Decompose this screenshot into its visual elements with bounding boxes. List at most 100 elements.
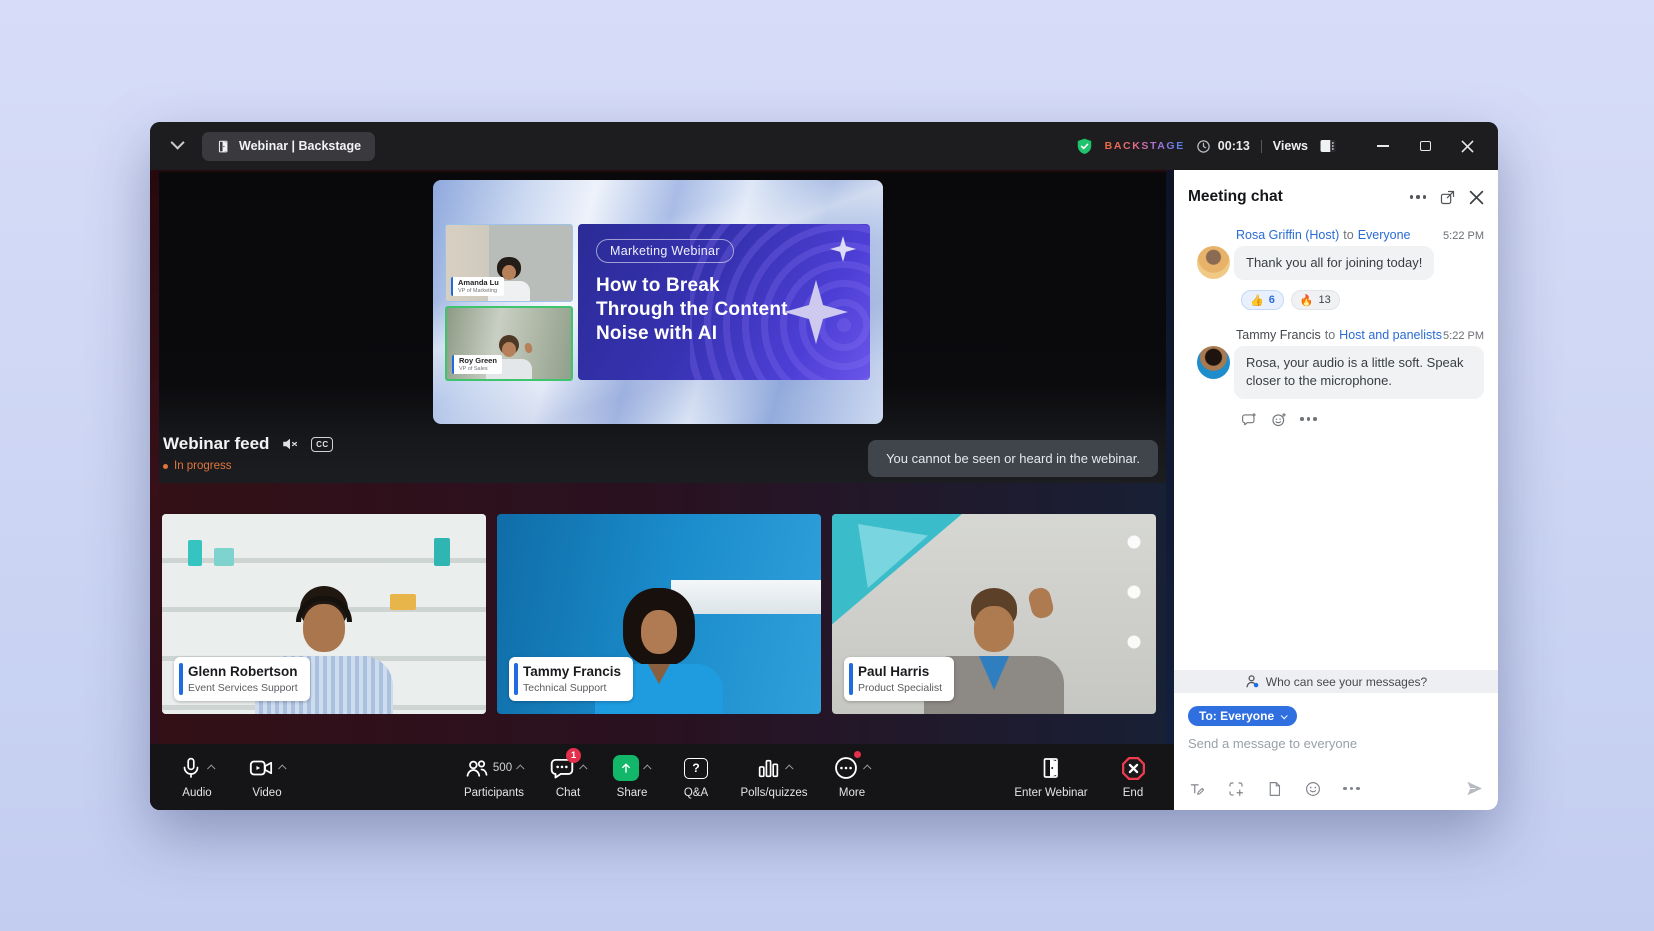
reaction-thumbs-up[interactable]: 👍 6 (1241, 290, 1284, 310)
message-time: 5:22 PM (1443, 230, 1484, 242)
privacy-label: Who can see your messages? (1266, 675, 1427, 689)
panelist-title: Technical Support (523, 682, 621, 694)
close-button[interactable] (1454, 133, 1480, 159)
attach-file-icon[interactable] (1266, 780, 1283, 798)
recipient-selector[interactable]: To: Everyone (1188, 706, 1297, 726)
reaction-fire[interactable]: 🔥 13 (1291, 290, 1340, 310)
preview-speaker-title: VP of Marketing (458, 288, 499, 294)
avatar (1197, 246, 1230, 279)
pop-out-icon[interactable] (1439, 189, 1456, 206)
compose-toolbar (1188, 779, 1484, 798)
message-header: Rosa Griffin (Host) to Everyone 5:22 PM (1188, 228, 1484, 242)
preview-speaker-roy: Roy Green VP of Sales (445, 306, 573, 381)
chevron-up-icon[interactable] (643, 764, 651, 772)
maximize-button[interactable] (1412, 133, 1438, 159)
quote-reply-icon[interactable] (1240, 411, 1258, 428)
person-privacy-icon (1245, 674, 1260, 689)
panelist-name: Tammy Francis (523, 664, 621, 679)
door-icon (216, 138, 231, 155)
polls-quizzes-button[interactable]: Polls/quizzes (728, 753, 820, 799)
send-icon (1465, 779, 1484, 798)
format-text-icon[interactable] (1188, 780, 1206, 798)
chevron-up-icon[interactable] (863, 764, 871, 772)
participants-count: 500 (493, 762, 512, 774)
end-button[interactable]: End (1106, 753, 1160, 799)
message-sender: Rosa Griffin (Host) (1236, 228, 1339, 242)
chevron-down-icon (1281, 712, 1288, 719)
chevron-up-icon[interactable] (207, 764, 215, 772)
end-octagon-icon (1120, 755, 1147, 782)
emoji-icon[interactable] (1304, 780, 1322, 798)
thumbs-up-icon: 👍 (1250, 294, 1264, 307)
message-more-icon[interactable] (1300, 413, 1317, 425)
views-label[interactable]: Views (1273, 139, 1308, 153)
chat-button[interactable]: 1 Chat (536, 753, 600, 799)
share-icon (613, 755, 639, 781)
microphone-icon (179, 755, 203, 781)
chevron-up-icon[interactable] (516, 764, 524, 772)
enter-webinar-button[interactable]: Enter Webinar (996, 753, 1106, 799)
slide-heading: How to Break Through the Content Noise w… (596, 274, 802, 346)
fire-icon: 🔥 (1300, 294, 1314, 307)
meeting-timer: 00:13 (1218, 139, 1250, 153)
message-recipient[interactable]: Everyone (1358, 228, 1411, 242)
name-badge: Paul Harris Product Specialist (844, 657, 954, 701)
bar-chart-icon (756, 756, 781, 781)
minimize-button[interactable] (1370, 133, 1396, 159)
closed-captions-icon[interactable]: CC (311, 437, 333, 452)
door-enter-icon (1039, 755, 1063, 781)
chevron-down-icon[interactable] (171, 136, 185, 150)
message-sender: Tammy Francis (1236, 328, 1321, 342)
meeting-chat-panel: Meeting chat Rosa Griffin (Host) to Ever… (1174, 170, 1498, 810)
desktop-background: Webinar | Backstage BACKSTAGE 00:13 View… (0, 0, 1654, 931)
add-reaction-icon[interactable] (1270, 411, 1288, 428)
message-bubble: Thank you all for joining today! (1234, 246, 1434, 280)
waving-hand (1027, 586, 1056, 620)
video-button[interactable]: Video (232, 753, 302, 799)
compose-more-icon[interactable] (1343, 783, 1360, 795)
participants-icon (464, 756, 489, 781)
avatar (1197, 346, 1230, 379)
message-header: Tammy Francis to Host and panelists 5:22… (1188, 328, 1484, 342)
send-button[interactable] (1465, 779, 1484, 798)
cannot-be-seen-toast: You cannot be seen or heard in the webin… (868, 440, 1158, 477)
message-bubble: Rosa, your audio is a little soft. Speak… (1234, 346, 1484, 398)
message-input[interactable]: Send a message to everyone (1188, 736, 1484, 751)
chat-title: Meeting chat (1188, 188, 1410, 206)
more-options-icon (833, 755, 859, 781)
name-badge: Tammy Francis Technical Support (509, 657, 633, 701)
in-progress-dot (163, 464, 168, 469)
audio-button[interactable]: Audio (162, 753, 232, 799)
speaker-muted-icon[interactable] (281, 436, 299, 452)
clock-icon (1196, 139, 1211, 154)
layout-views-icon[interactable] (1319, 138, 1337, 154)
share-button[interactable]: Share (600, 753, 664, 799)
chat-unread-badge: 1 (566, 748, 581, 763)
participants-button[interactable]: 500 Participants (452, 753, 536, 799)
slide-pill: Marketing Webinar (596, 239, 734, 263)
sparkle-graphic-small (830, 236, 856, 262)
chevron-up-icon[interactable] (579, 764, 587, 772)
tab-label: Webinar | Backstage (239, 139, 361, 153)
control-toolbar: Audio Video (150, 744, 1174, 810)
privacy-row[interactable]: Who can see your messages? (1174, 670, 1498, 693)
chevron-up-icon[interactable] (278, 764, 286, 772)
chat-more-icon[interactable] (1410, 191, 1427, 203)
more-button[interactable]: More (820, 753, 884, 799)
preview-speaker-name: Amanda Lu (458, 279, 499, 288)
slide-preview: Marketing Webinar How to Break Through t… (578, 224, 870, 380)
qa-icon: ? (684, 758, 708, 779)
tab-webinar-backstage[interactable]: Webinar | Backstage (202, 132, 375, 161)
qa-button[interactable]: ? Q&A (664, 753, 728, 799)
message-recipient[interactable]: Host and panelists (1339, 328, 1442, 342)
title-bar: Webinar | Backstage BACKSTAGE 00:13 View… (150, 122, 1498, 170)
chevron-up-icon[interactable] (785, 764, 793, 772)
panelist-name: Glenn Robertson (188, 664, 298, 679)
screen-capture-icon[interactable] (1227, 780, 1245, 798)
webinar-feed-title: Webinar feed (163, 434, 269, 454)
more-notification-dot (854, 751, 861, 758)
close-chat-icon[interactable] (1469, 190, 1484, 205)
panelist-title: Product Specialist (858, 682, 942, 694)
stage-area: Amanda Lu VP of Marketing Roy Green (150, 170, 1174, 810)
webinar-feed-preview: Amanda Lu VP of Marketing Roy Green (433, 180, 883, 424)
